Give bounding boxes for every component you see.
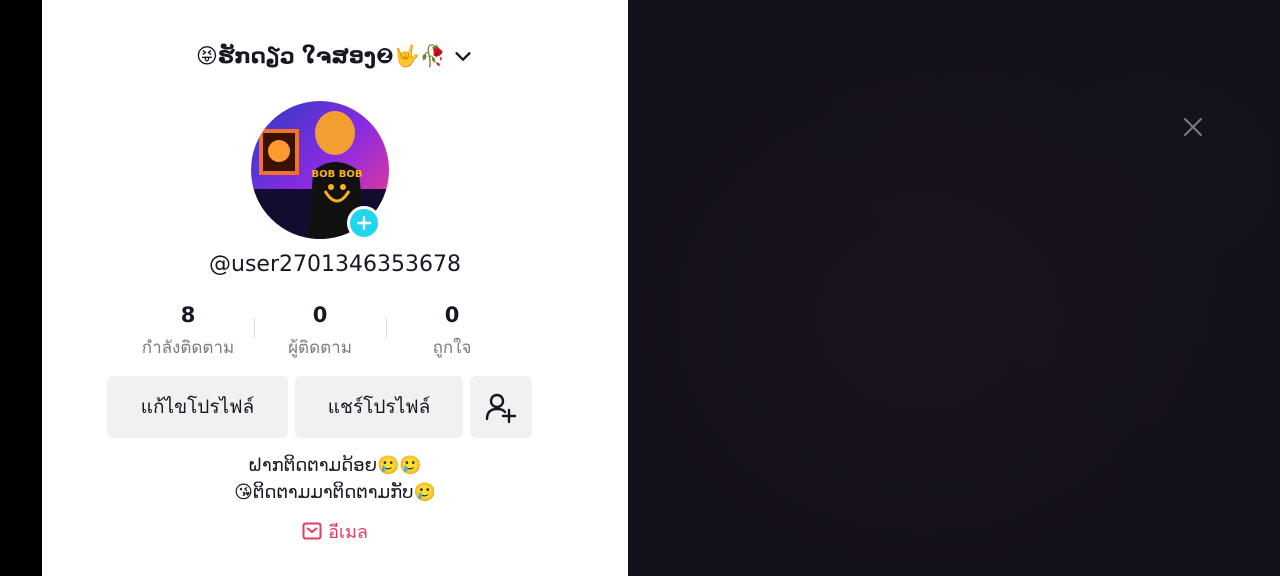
avatar-text: BOB BOB [312,169,363,180]
stat-followers[interactable]: 0 ผู้ติดตาม [254,302,386,361]
email-link[interactable]: อีเมล [42,518,628,544]
username: @user2701346353678 [209,252,461,277]
add-friend-button[interactable] [470,376,532,438]
stat-likes-value: 0 [444,303,460,327]
add-person-icon [485,393,517,424]
email-icon [302,522,322,540]
edit-profile-label: แก้ไขโปรไฟล์ [140,396,255,418]
stat-likes[interactable]: 0 ถูกใจ [386,302,518,361]
edit-profile-button[interactable]: แก้ไขโปรไฟล์ [107,376,288,438]
dark-backdrop[interactable] [628,0,1280,576]
profile-panel: 😝ຮັກດຽວ ໃຈສອງ❷🤟🥀 BOB BOB @user2701346353… [42,0,628,576]
close-icon[interactable] [1182,116,1204,138]
bio-line: 😘ຕິດຕາມມາຕິດຕາມກັບ🥲 [234,482,436,503]
bio-line: ຝາກຕິດຕາມດ້ອຍ🥲🥲 [248,455,422,476]
chevron-down-icon [455,52,471,61]
email-label: อีเมล [328,521,368,543]
stat-likes-label: ถูกใจ [432,338,472,358]
account-switcher[interactable]: 😝ຮັກດຽວ ໃຈສອງ❷🤟🥀 [42,38,628,74]
add-avatar-button[interactable] [347,206,381,240]
stat-followers-label: ผู้ติดตาม [288,338,352,358]
stat-followers-value: 0 [312,303,328,327]
share-profile-button[interactable]: แชร์โปรไฟล์ [295,376,463,438]
plus-icon [357,216,371,230]
stat-following-label: กำลังติดตาม [141,338,235,358]
share-profile-label: แชร์โปรไฟล์ [327,396,431,418]
display-name: 😝ຮັກດຽວ ໃຈສອງ❷🤟🥀 [196,43,446,68]
left-black-margin [0,0,42,576]
stat-following[interactable]: 8 กำลังติดตาม [122,302,254,361]
stat-following-value: 8 [180,303,196,327]
